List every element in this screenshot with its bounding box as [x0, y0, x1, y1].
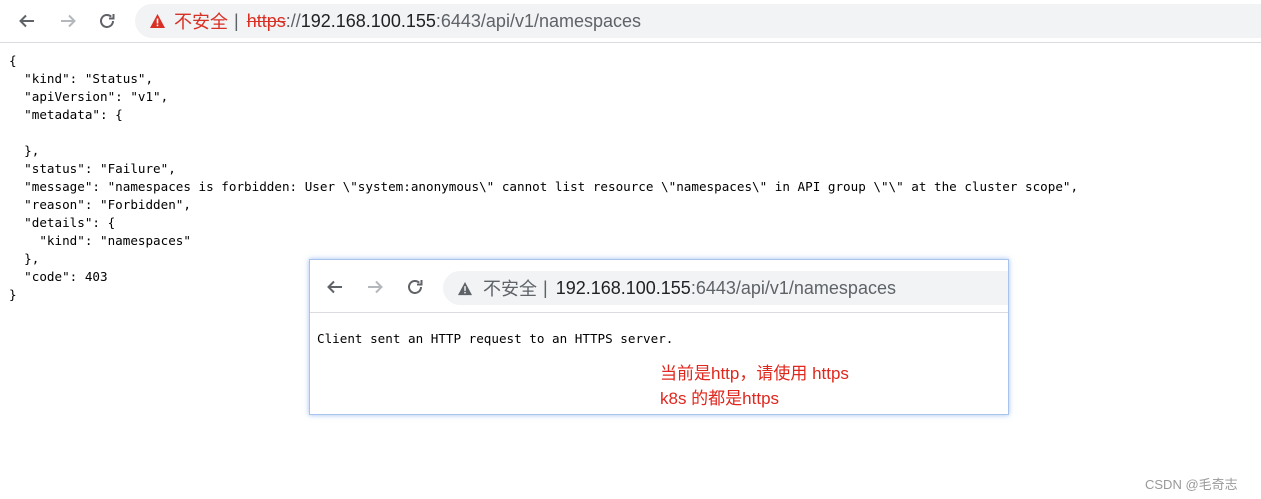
url-host: 192.168.100.155 — [555, 277, 691, 298]
json-line: "details": { — [9, 215, 116, 230]
insecure-label: 不安全 — [483, 279, 537, 299]
embedded-browser-screenshot: 不安全 | 192.168.100.155:6443/api/v1/namesp… — [309, 259, 1009, 415]
url-scheme: https — [246, 10, 286, 31]
json-line: "code": 403 — [9, 269, 108, 284]
json-line: "metadata": { — [9, 107, 123, 122]
browser-toolbar: 不安全 | https://192.168.100.155:6443/api/v… — [0, 0, 1261, 43]
json-line: }, — [9, 143, 40, 158]
embedded-toolbar: 不安全 | 192.168.100.155:6443/api/v1/namesp… — [310, 260, 1008, 313]
insecure-label: 不安全 — [174, 12, 228, 32]
error-message: Client sent an HTTP request to an HTTPS … — [317, 331, 674, 346]
reload-icon — [408, 280, 423, 294]
separator: | — [234, 10, 239, 31]
json-line: { — [9, 53, 17, 68]
warning-triangle-icon — [457, 281, 473, 296]
warning-triangle-icon — [149, 13, 166, 29]
forward-arrow-icon — [368, 280, 383, 294]
url-path: :6443/api/v1/namespaces — [435, 10, 642, 31]
url-path: :6443/api/v1/namespaces — [690, 277, 896, 298]
url-host: 192.168.100.155 — [300, 10, 436, 31]
forward-arrow-icon — [61, 14, 76, 28]
reload-button[interactable] — [92, 6, 122, 36]
separator: | — [543, 277, 548, 298]
url-scheme-sep: :// — [285, 10, 301, 31]
forward-button[interactable] — [53, 6, 83, 36]
back-arrow-icon — [19, 14, 34, 28]
json-line: "message": "namespaces is forbidden: Use… — [9, 179, 1079, 194]
embedded-forward-button[interactable] — [362, 274, 388, 300]
address-bar[interactable]: 不安全 | https://192.168.100.155:6443/api/v… — [135, 4, 1261, 38]
back-arrow-icon — [327, 280, 342, 294]
json-line: "status": "Failure", — [9, 161, 176, 176]
annotation-note: 当前是http，请使用 https k8s 的都是https — [660, 361, 849, 411]
note-line: k8s 的都是https — [660, 389, 780, 408]
watermark: CSDN @毛奇志 — [1145, 477, 1238, 492]
json-line: "kind": "Status", — [9, 71, 154, 86]
reload-icon — [100, 14, 115, 28]
embedded-reload-button[interactable] — [402, 274, 428, 300]
embedded-address-bar[interactable]: 不安全 | 192.168.100.155:6443/api/v1/namesp… — [443, 271, 1008, 305]
json-line: }, — [9, 251, 40, 266]
json-line: "reason": "Forbidden", — [9, 197, 191, 212]
back-button[interactable] — [12, 6, 42, 36]
json-line: } — [9, 287, 17, 302]
embedded-back-button[interactable] — [322, 274, 348, 300]
json-line: "apiVersion": "v1", — [9, 89, 169, 104]
note-line: 当前是http，请使用 https — [660, 364, 849, 383]
json-line: "kind": "namespaces" — [9, 233, 191, 248]
